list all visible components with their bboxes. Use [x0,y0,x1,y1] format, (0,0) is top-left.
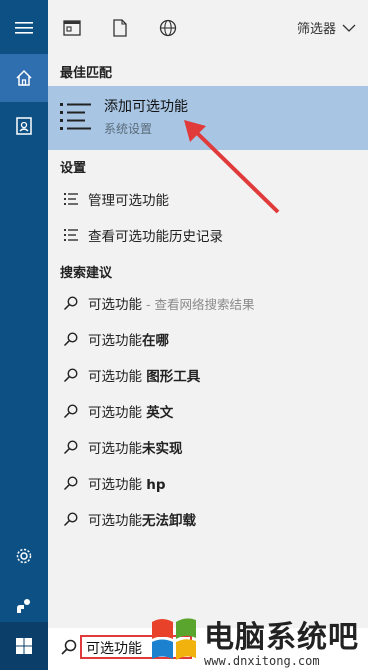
list-settings-icon [60,192,82,206]
best-match-item[interactable]: 添加可选功能 系统设置 [48,86,368,150]
search-icon [60,367,82,383]
suggestion-item[interactable]: 可选功能 英文 [48,393,368,429]
home-button[interactable] [0,54,48,102]
settings-item-label: 查看可选功能历史记录 [88,229,223,245]
watermark-name: 电脑系统吧 [204,620,359,655]
settings-button[interactable] [0,532,48,580]
suggestion-completion: 图形工具 [146,369,201,385]
menu-button[interactable] [0,4,48,52]
best-match-subtitle: 系统设置 [104,122,153,136]
filter-dropdown[interactable]: 筛选器 [297,18,356,37]
apps-filter-button[interactable] [60,16,84,40]
feedback-icon [17,599,30,613]
suggestion-text: 可选功能 [88,333,142,349]
notebook-icon [16,117,32,135]
suggestion-text: 可选功能 [88,369,147,385]
suggestion-label: 可选功能 英文 [88,401,173,421]
suggestion-text: 可选功能 [88,513,142,529]
suggestion-text: 可选功能 [88,441,142,457]
suggestion-label: 可选功能无法卸载 [88,509,196,529]
suggestion-text: 可选功能 [88,477,147,493]
suggestion-completion: 英文 [146,405,174,421]
list-settings-icon [60,228,82,242]
document-icon [113,19,127,37]
search-icon [60,439,82,455]
watermark-url: www.dnxitong.com [204,654,320,668]
filter-label: 筛选器 [296,22,336,37]
windows-flag-logo-icon [152,618,196,660]
settings-item-label: 管理可选功能 [88,193,169,209]
best-match-heading: 最佳匹配 [60,66,113,81]
suggestion-item[interactable]: 可选功能在哪 [48,321,368,357]
chevron-down-icon [342,24,356,32]
start-button[interactable] [0,622,48,670]
suggestion-completion: hp [146,477,166,493]
settings-heading: 设置 [60,161,87,176]
home-icon [16,69,32,86]
suggestion-completion: 无法卸载 [142,513,196,529]
watermark-logo: 电脑系统吧 www.dnxitong.com [148,610,368,670]
search-icon [60,475,82,491]
search-icon [60,295,82,311]
best-match-title: 添加可选功能 [104,99,188,115]
search-icon [60,403,82,419]
suggestion-web-hint: - 查看网络搜索结果 [142,297,255,312]
web-filter-button[interactable] [156,16,180,40]
search-icon [61,639,77,655]
search-icon [60,511,82,527]
search-results-panel: 筛选器 最佳匹配 添加可选功能 系统设置 设置 管理可选功能 查看可选功能历史记… [48,0,368,636]
documents-filter-button[interactable] [108,16,132,40]
suggestion-text: 可选功能 [88,297,142,313]
suggestions-heading: 搜索建议 [60,266,113,281]
filter-toolbar: 筛选器 [48,0,368,56]
suggestion-item[interactable]: 可选功能无法卸载 [48,501,368,537]
list-settings-icon [60,103,91,130]
suggestion-item[interactable]: 可选功能未实现 [48,429,368,465]
suggestion-completion: 在哪 [142,333,169,349]
settings-item-history[interactable]: 查看可选功能历史记录 [48,217,368,253]
suggestion-label: 可选功能在哪 [88,329,169,349]
hamburger-icon [15,22,33,34]
left-rail [0,0,48,670]
globe-icon [159,19,177,37]
suggestion-label: 可选功能 - 查看网络搜索结果 [88,293,254,313]
windows-logo-icon [16,638,32,654]
settings-item-manage[interactable]: 管理可选功能 [48,181,368,217]
suggestion-text: 可选功能 [88,405,147,421]
search-icon [60,331,82,347]
suggestion-label: 可选功能未实现 [88,437,183,457]
notebook-button[interactable] [0,102,48,150]
suggestion-label: 可选功能 图形工具 [88,365,200,385]
suggestion-item[interactable]: 可选功能 图形工具 [48,357,368,393]
suggestion-item[interactable]: 可选功能 - 查看网络搜索结果 [48,285,368,321]
suggestion-completion: 未实现 [142,441,183,457]
gear-icon [16,548,32,564]
app-window-icon [63,20,81,36]
suggestion-item[interactable]: 可选功能 hp [48,465,368,501]
suggestion-label: 可选功能 hp [88,473,166,493]
